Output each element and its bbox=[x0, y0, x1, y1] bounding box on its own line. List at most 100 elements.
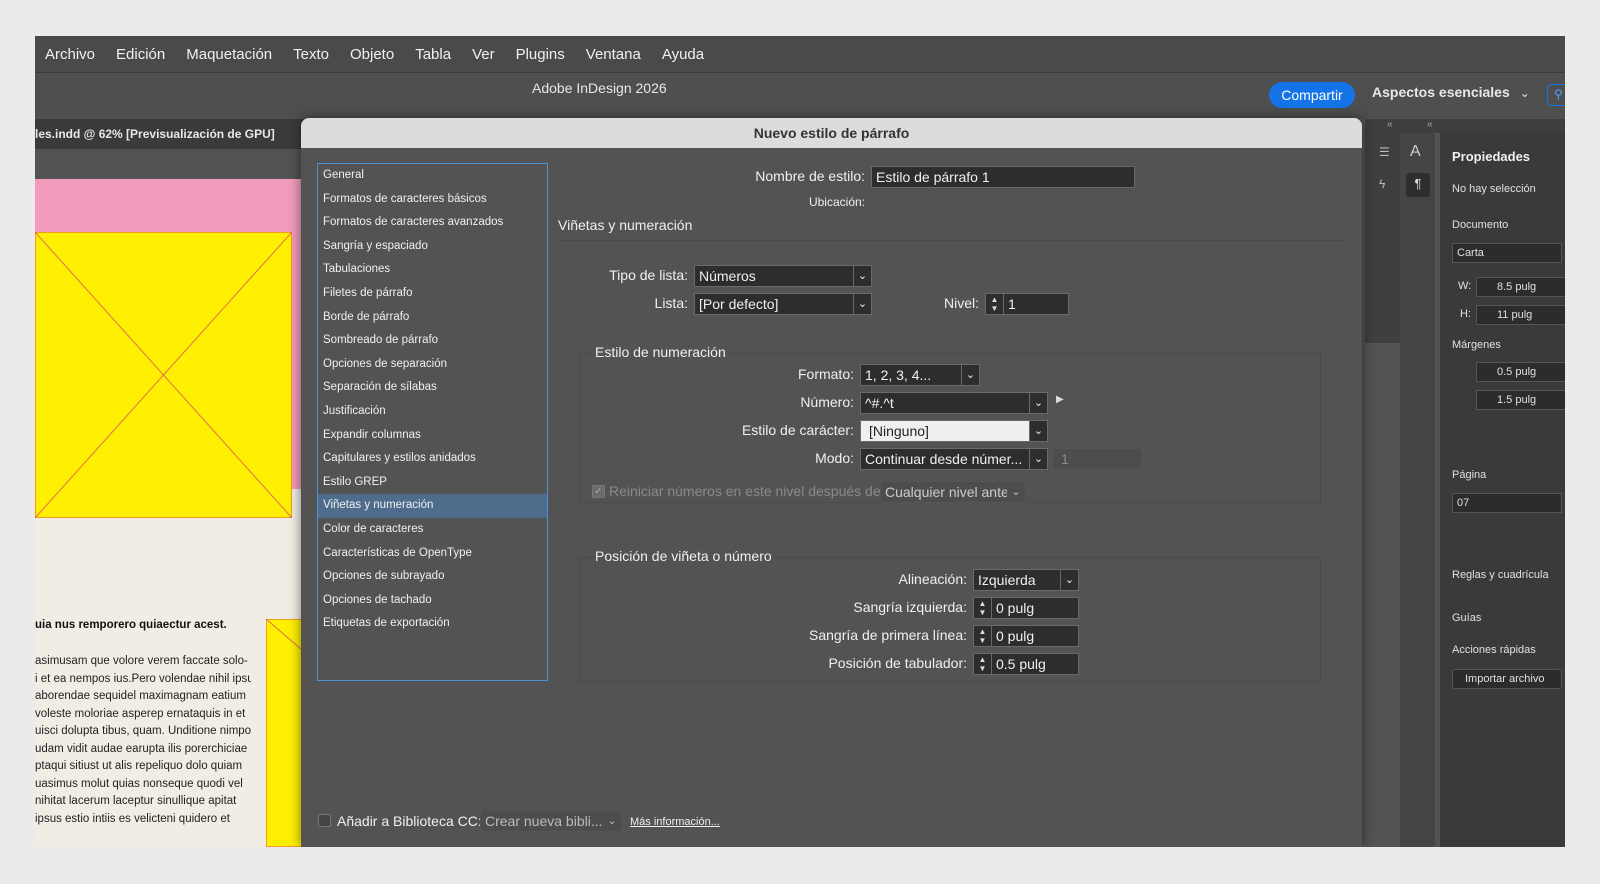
numbering-style-title: Estilo de numeración bbox=[593, 344, 728, 360]
document-section-label: Documento bbox=[1452, 219, 1509, 231]
position-title: Posición de viñeta o número bbox=[593, 548, 774, 564]
first-line-indent-stepper[interactable]: ▲ ▼ 0 pulg bbox=[973, 625, 1079, 647]
level-stepper[interactable]: ▲ ▼ 1 bbox=[985, 293, 1069, 315]
number-input[interactable]: ^#.^t ⌄ bbox=[860, 392, 1048, 414]
more-info-link[interactable]: Más información... bbox=[630, 816, 720, 828]
paragraph-styles-icon[interactable]: ¶ bbox=[1406, 173, 1430, 197]
collapse-icon[interactable]: « bbox=[1387, 119, 1393, 130]
menu-icon[interactable]: ☰ bbox=[1379, 145, 1390, 159]
width-field[interactable]: 8.5 pulg bbox=[1476, 277, 1565, 297]
width-label: W: bbox=[1458, 280, 1472, 292]
chevron-down-icon: ⌄ bbox=[961, 365, 979, 385]
import-file-button[interactable]: Importar archivo bbox=[1452, 669, 1562, 689]
guides-label[interactable]: Guías bbox=[1452, 612, 1481, 624]
menu-maquetacion[interactable]: Maquetación bbox=[186, 46, 272, 63]
margin-top-field[interactable]: 0.5 pulg bbox=[1476, 362, 1565, 382]
category-indents-spacing[interactable]: Sangría y espaciado bbox=[318, 235, 547, 259]
height-field[interactable]: 11 pulg bbox=[1476, 305, 1565, 325]
rulers-grids-label[interactable]: Reglas y cuadrícula bbox=[1452, 569, 1549, 581]
character-styles-icon[interactable]: A bbox=[1410, 143, 1421, 161]
menu-ver[interactable]: Ver bbox=[472, 46, 495, 63]
chevron-down-icon: ⌄ bbox=[1007, 482, 1025, 502]
chevron-down-icon: ⌄ bbox=[853, 294, 871, 314]
category-export-tagging[interactable]: Etiquetas de exportación bbox=[318, 612, 547, 636]
tab-position-label: Posición de tabulador: bbox=[828, 655, 967, 671]
document-preset-dropdown[interactable]: Carta bbox=[1452, 243, 1562, 263]
category-advanced-char-formats[interactable]: Formatos de caracteres avanzados bbox=[318, 211, 547, 235]
indesign-window: Archivo Edición Maquetación Texto Objeto… bbox=[35, 36, 1565, 847]
category-paragraph-shading[interactable]: Sombreado de párrafo bbox=[318, 329, 547, 353]
alignment-dropdown[interactable]: Izquierda ⌄ bbox=[973, 569, 1079, 591]
menu-tabla[interactable]: Tabla bbox=[415, 46, 451, 63]
body-line: voleste moloriae asperep ernataquis in e… bbox=[35, 707, 246, 720]
category-hyphenation[interactable]: Separación de sílabas bbox=[318, 376, 547, 400]
stepper-arrows-icon[interactable]: ▲ ▼ bbox=[974, 626, 992, 646]
category-span-columns[interactable]: Expandir columnas bbox=[318, 424, 547, 448]
list-type-dropdown[interactable]: Números ⌄ bbox=[694, 265, 872, 287]
body-line: udam vidit audae earupta ilis porerchici… bbox=[35, 742, 248, 755]
document-tab[interactable]: les.indd @ 62% [Previsualización de GPU] bbox=[35, 119, 305, 149]
chevron-down-icon: ⌄ bbox=[1519, 86, 1530, 100]
lightning-icon[interactable]: ϟ bbox=[1379, 177, 1385, 191]
menu-edicion[interactable]: Edición bbox=[116, 46, 165, 63]
body-line: ptaqui sitiust ut alis repeliquo dolo qu… bbox=[35, 760, 243, 772]
document-canvas[interactable]: uia nus remporero quiaectur acest. asimu… bbox=[35, 149, 336, 847]
category-tabs[interactable]: Tabulaciones bbox=[318, 258, 547, 282]
height-label: H: bbox=[1460, 308, 1471, 320]
stepper-arrows-icon[interactable]: ▲ ▼ bbox=[974, 598, 992, 618]
restart-numbers-checkbox[interactable]: ✓ bbox=[592, 485, 605, 498]
category-opentype[interactable]: Características de OpenType bbox=[318, 542, 547, 566]
page-section-label: Página bbox=[1452, 469, 1487, 481]
restart-level-value: Cualquier nivel ante bbox=[885, 484, 1009, 500]
image-placeholder-frame[interactable] bbox=[35, 232, 292, 518]
list-dropdown[interactable]: [Por defecto] ⌄ bbox=[694, 293, 872, 315]
menu-plugins[interactable]: Plugins bbox=[516, 46, 565, 63]
category-character-color[interactable]: Color de caracteres bbox=[318, 518, 547, 542]
number-label: Número: bbox=[800, 394, 854, 410]
left-indent-value: 0 pulg bbox=[996, 600, 1035, 616]
category-drop-caps[interactable]: Capitulares y estilos anidados bbox=[318, 447, 547, 471]
format-dropdown[interactable]: 1, 2, 3, 4... ⌄ bbox=[860, 364, 980, 386]
mode-dropdown[interactable]: Continuar desde númer... ⌄ bbox=[860, 448, 1048, 470]
insert-special-char-arrow-icon[interactable]: ▶ bbox=[1056, 394, 1064, 405]
character-style-dropdown[interactable]: [Ninguno] ⌄ bbox=[860, 420, 1048, 442]
menu-objeto[interactable]: Objeto bbox=[350, 46, 394, 63]
tab-position-stepper[interactable]: ▲ ▼ 0.5 pulg bbox=[973, 653, 1079, 675]
category-basic-char-formats[interactable]: Formatos de caracteres básicos bbox=[318, 188, 547, 212]
collapse-icon-2[interactable]: « bbox=[1427, 119, 1433, 130]
search-icon[interactable]: ⚲ bbox=[1547, 84, 1565, 106]
cc-library-value: Crear nueva bibli... bbox=[485, 813, 603, 829]
left-indent-stepper[interactable]: ▲ ▼ 0 pulg bbox=[973, 597, 1079, 619]
category-strikethrough-options[interactable]: Opciones de tachado bbox=[318, 589, 547, 613]
stepper-arrows-icon[interactable]: ▲ ▼ bbox=[986, 294, 1004, 314]
category-paragraph-border[interactable]: Borde de párrafo bbox=[318, 306, 547, 330]
category-paragraph-rules[interactable]: Filetes de párrafo bbox=[318, 282, 547, 306]
page-dropdown[interactable]: 07 bbox=[1452, 493, 1562, 513]
mode-start-number-field[interactable]: 1 bbox=[1052, 448, 1142, 470]
menu-ventana[interactable]: Ventana bbox=[586, 46, 641, 63]
category-grep-style[interactable]: Estilo GREP bbox=[318, 471, 547, 495]
level-label: Nivel: bbox=[943, 295, 979, 311]
cc-library-dropdown[interactable]: Crear nueva bibli... ⌄ bbox=[480, 810, 622, 832]
category-general[interactable]: General bbox=[318, 164, 547, 188]
stepper-arrows-icon[interactable]: ▲ ▼ bbox=[974, 654, 992, 674]
style-name-input[interactable]: Estilo de párrafo 1 bbox=[871, 166, 1135, 188]
canvas-heading-text: uia nus remporero quiaectur acest. bbox=[35, 619, 227, 631]
category-keep-options[interactable]: Opciones de separación bbox=[318, 353, 547, 377]
margin-bottom-field[interactable]: 1.5 pulg bbox=[1476, 390, 1565, 410]
restart-level-dropdown[interactable]: Cualquier nivel ante ⌄ bbox=[880, 481, 1026, 503]
workspace-switcher[interactable]: Aspectos esenciales ⌄ bbox=[1372, 84, 1530, 100]
panel-collapse-bar[interactable]: «« bbox=[1365, 119, 1565, 133]
panel-strip: ☰ ϟ bbox=[1365, 133, 1400, 343]
body-line: asimusam que volore verem faccate solo- bbox=[35, 655, 248, 667]
share-button[interactable]: Compartir bbox=[1269, 82, 1355, 108]
menu-texto[interactable]: Texto bbox=[293, 46, 329, 63]
add-to-cc-library-checkbox[interactable] bbox=[318, 814, 331, 827]
tab-position-value: 0.5 pulg bbox=[996, 656, 1046, 672]
category-underline-options[interactable]: Opciones de subrayado bbox=[318, 565, 547, 589]
location-label: Ubicación: bbox=[808, 195, 865, 209]
menu-archivo[interactable]: Archivo bbox=[45, 46, 95, 63]
category-justification[interactable]: Justificación bbox=[318, 400, 547, 424]
category-bullets-numbering[interactable]: Viñetas y numeración bbox=[318, 494, 547, 518]
menu-ayuda[interactable]: Ayuda bbox=[662, 46, 704, 63]
